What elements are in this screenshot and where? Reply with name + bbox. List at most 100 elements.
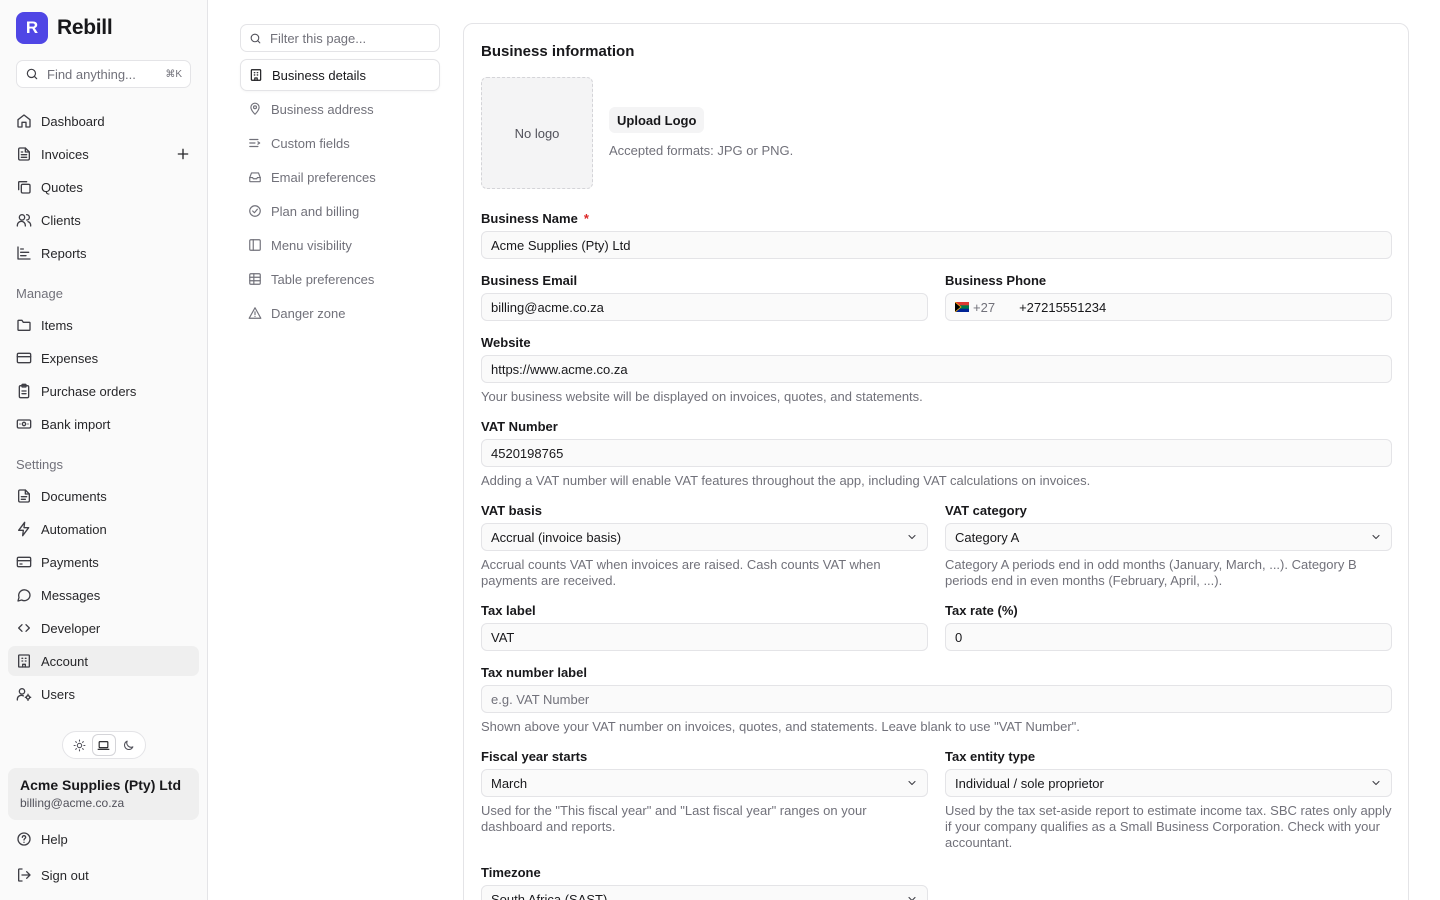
nav-item-purchase-orders[interactable]: Purchase orders xyxy=(8,376,199,406)
nav-label: Help xyxy=(41,831,68,847)
subnav-item-plan-and-billing[interactable]: Plan and billing xyxy=(240,195,440,227)
chevron-down-icon xyxy=(908,534,916,540)
fiscal-year-label: Fiscal year starts xyxy=(481,749,588,764)
nav-item-bank-import[interactable]: Bank import xyxy=(8,409,199,439)
vat-basis-hint-line: Accrual counts VAT when invoices are rai… xyxy=(481,557,881,572)
nav-item-documents[interactable]: Documents xyxy=(8,481,199,511)
add-invoice-plus-icon[interactable] xyxy=(175,146,191,162)
nav-item-developer[interactable]: Developer xyxy=(8,613,199,643)
account-card[interactable]: Acme Supplies (Pty) Ltd billing@acme.co.… xyxy=(8,768,199,820)
nav-item-reports[interactable]: Reports xyxy=(8,238,199,268)
subnav-item-menu-visibility[interactable]: Menu visibility xyxy=(240,229,440,261)
website-field[interactable]: https://www.acme.co.za xyxy=(481,355,1392,383)
account-name: Acme Supplies (Pty) Ltd xyxy=(20,777,182,793)
theme-dark-button[interactable] xyxy=(118,735,140,755)
vat-category-value: Category A xyxy=(955,529,1020,545)
subnav-item-custom-fields[interactable]: Custom fields xyxy=(240,127,440,159)
settings-section-label: Settings xyxy=(16,457,63,472)
vat-category-select[interactable]: Category A xyxy=(945,523,1392,551)
subnav-label: Business details xyxy=(272,67,366,83)
country-code: +27 xyxy=(973,299,996,315)
nav-item-help[interactable]: Help xyxy=(8,824,199,854)
theme-system-button[interactable] xyxy=(92,735,115,755)
nav-item-dashboard[interactable]: Dashboard xyxy=(8,106,199,136)
timezone-value: South Africa (SAST) xyxy=(491,891,608,900)
business-email-value: billing@acme.co.za xyxy=(491,299,604,315)
nav-item-automation[interactable]: Automation xyxy=(8,514,199,544)
card-title: Business information xyxy=(481,43,635,60)
subnav-item-business-address[interactable]: Business address xyxy=(240,93,440,125)
business-email-field[interactable]: billing@acme.co.za xyxy=(481,293,928,321)
subnav-label: Table preferences xyxy=(271,271,375,287)
tax-entity-select[interactable]: Individual / sole proprietor xyxy=(945,769,1392,797)
nav-label: Account xyxy=(41,653,88,669)
subnav-item-table-preferences[interactable]: Table preferences xyxy=(240,263,440,295)
search-shortcut: ⌘K xyxy=(165,68,182,80)
nav-item-users[interactable]: Users xyxy=(8,679,199,709)
code-icon xyxy=(18,624,30,632)
website-hint: Your business website will be displayed … xyxy=(481,389,923,404)
vat-number-label: VAT Number xyxy=(481,419,558,434)
nav-label: Documents xyxy=(41,488,107,504)
nav-item-sign-out[interactable]: Sign out xyxy=(8,860,199,890)
brand-name: Rebill xyxy=(57,16,113,39)
theme-light-button[interactable] xyxy=(68,735,90,755)
website-value: https://www.acme.co.za xyxy=(491,361,628,377)
chevron-down-icon xyxy=(908,896,916,900)
fiscal-year-value: March xyxy=(491,775,528,791)
nav-item-payments[interactable]: Payments xyxy=(8,547,199,577)
subnav-filter xyxy=(240,24,440,52)
nav-label: Messages xyxy=(41,587,101,603)
nav-item-invoices[interactable]: Invoices xyxy=(8,139,199,169)
subnav-label: Plan and billing xyxy=(271,203,360,219)
global-search[interactable]: Find anything... ⌘K xyxy=(16,60,191,88)
theme-toggle xyxy=(62,731,146,759)
vat-number-field[interactable]: 4520198765 xyxy=(481,439,1392,467)
tax-number-label-field[interactable]: e.g. VAT Number xyxy=(481,685,1392,713)
clipboard-icon xyxy=(18,383,30,399)
business-phone-field[interactable]: +27 +27215551234 xyxy=(945,293,1392,321)
log-out-icon xyxy=(18,868,31,882)
south-africa-flag-icon[interactable] xyxy=(955,302,969,312)
table-icon xyxy=(249,273,261,285)
subnav-item-email-preferences[interactable]: Email preferences xyxy=(240,161,440,193)
timezone-label: Timezone xyxy=(481,865,541,880)
business-name-value: Acme Supplies (Pty) Ltd xyxy=(491,237,631,253)
subnav-filter-input[interactable] xyxy=(270,30,430,46)
search-icon xyxy=(250,33,261,43)
nav-item-quotes[interactable]: Quotes xyxy=(8,172,199,202)
nav-item-expenses[interactable]: Expenses xyxy=(8,343,199,373)
vat-category-hint-line: Category A periods end in odd months (Ja… xyxy=(945,557,1357,572)
list-icon xyxy=(249,138,261,148)
wallet-icon xyxy=(16,556,32,568)
nav-item-account[interactable]: Account xyxy=(8,646,199,676)
vat-category-label: VAT category xyxy=(945,503,1027,518)
vat-number-value: 4520198765 xyxy=(491,445,564,461)
nav-label: Dashboard xyxy=(41,113,105,129)
business-name-field[interactable]: Acme Supplies (Pty) Ltd xyxy=(481,231,1392,259)
nav-item-clients[interactable]: Clients xyxy=(8,205,199,235)
tax-rate-field[interactable]: 0 xyxy=(945,623,1392,651)
nav-item-messages[interactable]: Messages xyxy=(8,580,199,610)
file-text-icon xyxy=(18,147,30,161)
tax-number-label-hint: Shown above your VAT number on invoices,… xyxy=(481,719,1080,734)
nav-label: Quotes xyxy=(41,179,83,195)
tax-label-field[interactable]: VAT xyxy=(481,623,928,651)
nav-label: Items xyxy=(41,317,73,333)
vat-basis-select[interactable]: Accrual (invoice basis) xyxy=(481,523,928,551)
nav-item-items[interactable]: Items xyxy=(8,310,199,340)
fiscal-year-select[interactable]: March xyxy=(481,769,928,797)
timezone-select[interactable]: South Africa (SAST) xyxy=(481,885,928,900)
tax-entity-hint-line: Used by the tax set-aside report to esti… xyxy=(945,803,1392,818)
subnav-item-danger-zone[interactable]: Danger zone xyxy=(240,297,440,329)
upload-logo-button[interactable]: Upload Logo xyxy=(609,107,705,133)
document-icon xyxy=(18,489,30,503)
subnav-item-business-details[interactable]: Business details xyxy=(240,59,440,91)
business-name-label-text: Business Name xyxy=(481,211,578,226)
vat-number-hint: Adding a VAT number will enable VAT feat… xyxy=(481,473,1091,488)
subnav-label: Menu visibility xyxy=(271,237,352,253)
users-icon xyxy=(16,214,32,227)
panel-icon xyxy=(249,239,261,251)
nav-label: Expenses xyxy=(41,350,99,366)
brand[interactable]: R Rebill xyxy=(16,12,113,44)
